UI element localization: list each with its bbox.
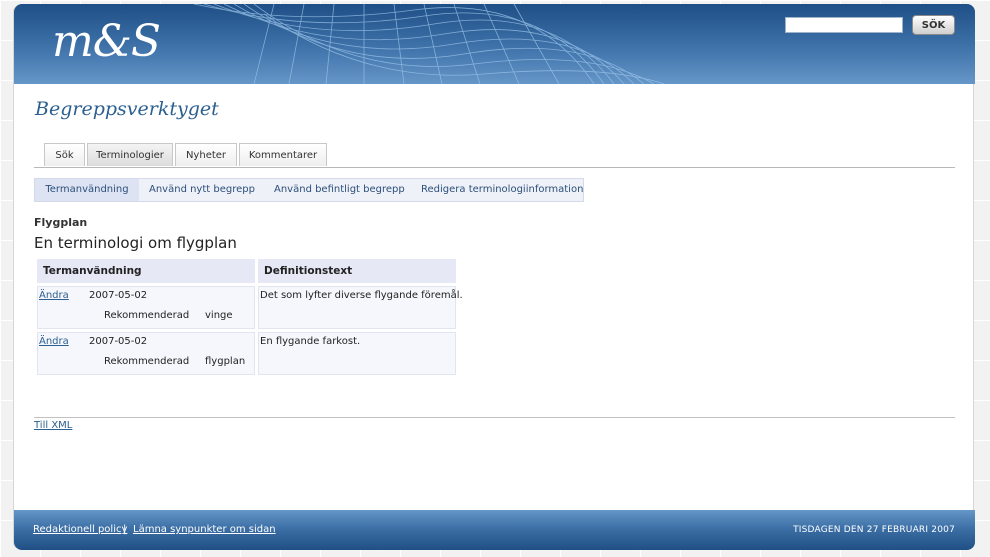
term-status: Rekommenderad <box>104 356 190 367</box>
term-status: Rekommenderad <box>104 310 190 321</box>
tab-nyheter[interactable]: Nyheter <box>175 143 237 166</box>
table-row-term-cell: Ändra 2007-05-02 Rekommenderad vinge <box>37 286 255 329</box>
subtab-anvand-nytt-begrepp[interactable]: Använd nytt begrepp <box>149 179 255 201</box>
column-header-definitionstext: Definitionstext <box>258 259 456 283</box>
term-date: 2007-05-02 <box>89 336 148 347</box>
term-date: 2007-05-02 <box>89 290 148 301</box>
site-logo[interactable]: m&S <box>52 14 161 70</box>
edit-link[interactable]: Ändra <box>39 336 69 347</box>
terminology-name: Flygplan <box>34 216 88 229</box>
footer-link-policy[interactable]: Redaktionell policy <box>33 524 127 535</box>
content-divider <box>34 417 955 418</box>
sub-navigation: Termanvändning Använd nytt begrepp Använ… <box>34 178 584 202</box>
table-row-definition-cell: En flygande farkost. <box>258 332 456 375</box>
footer-separator: | <box>123 524 127 535</box>
definition-text: Det som lyfter diverse flygande föremål. <box>260 290 463 301</box>
subtab-redigera-terminologiinformation[interactable]: Redigera terminologiinformation <box>421 179 583 201</box>
page-title: Begreppsverktyget <box>35 98 219 120</box>
tab-terminologier[interactable]: Terminologier <box>87 143 173 166</box>
definition-text: En flygande farkost. <box>260 336 361 347</box>
search-button[interactable]: SÖK <box>912 15 955 35</box>
search-input[interactable] <box>785 17 903 33</box>
footer-bar: Redaktionell policy | Lämna synpunkter o… <box>14 510 975 550</box>
term-name: vinge <box>205 310 233 321</box>
terminology-heading: En terminologi om flygplan <box>34 234 237 252</box>
tab-kommentarer[interactable]: Kommentarer <box>239 143 327 166</box>
term-name: flygplan <box>205 356 246 367</box>
page-container: m&S SÖK Begreppsverktyget Sök Terminolog… <box>13 4 975 550</box>
edit-link[interactable]: Ändra <box>39 290 69 301</box>
column-header-termanvandning: Termanvändning <box>37 259 255 283</box>
tab-sok[interactable]: Sök <box>44 143 85 166</box>
subtab-termanvandning[interactable]: Termanvändning <box>35 179 139 201</box>
main-tabs: Sök Terminologier Nyheter Kommentarer <box>34 143 955 168</box>
header-banner: m&S SÖK <box>14 4 975 84</box>
footer-link-feedback[interactable]: Lämna synpunkter om sidan <box>133 524 276 535</box>
subtab-anvand-befintligt-begrepp[interactable]: Använd befintligt begrepp <box>274 179 405 201</box>
footer-date: TISDAGEN DEN 27 FEBRUARI 2007 <box>793 525 955 535</box>
table-row-term-cell: Ändra 2007-05-02 Rekommenderad flygplan <box>37 332 255 375</box>
xml-export-link[interactable]: Till XML <box>34 420 72 431</box>
table-row-definition-cell: Det som lyfter diverse flygande föremål. <box>258 286 463 329</box>
